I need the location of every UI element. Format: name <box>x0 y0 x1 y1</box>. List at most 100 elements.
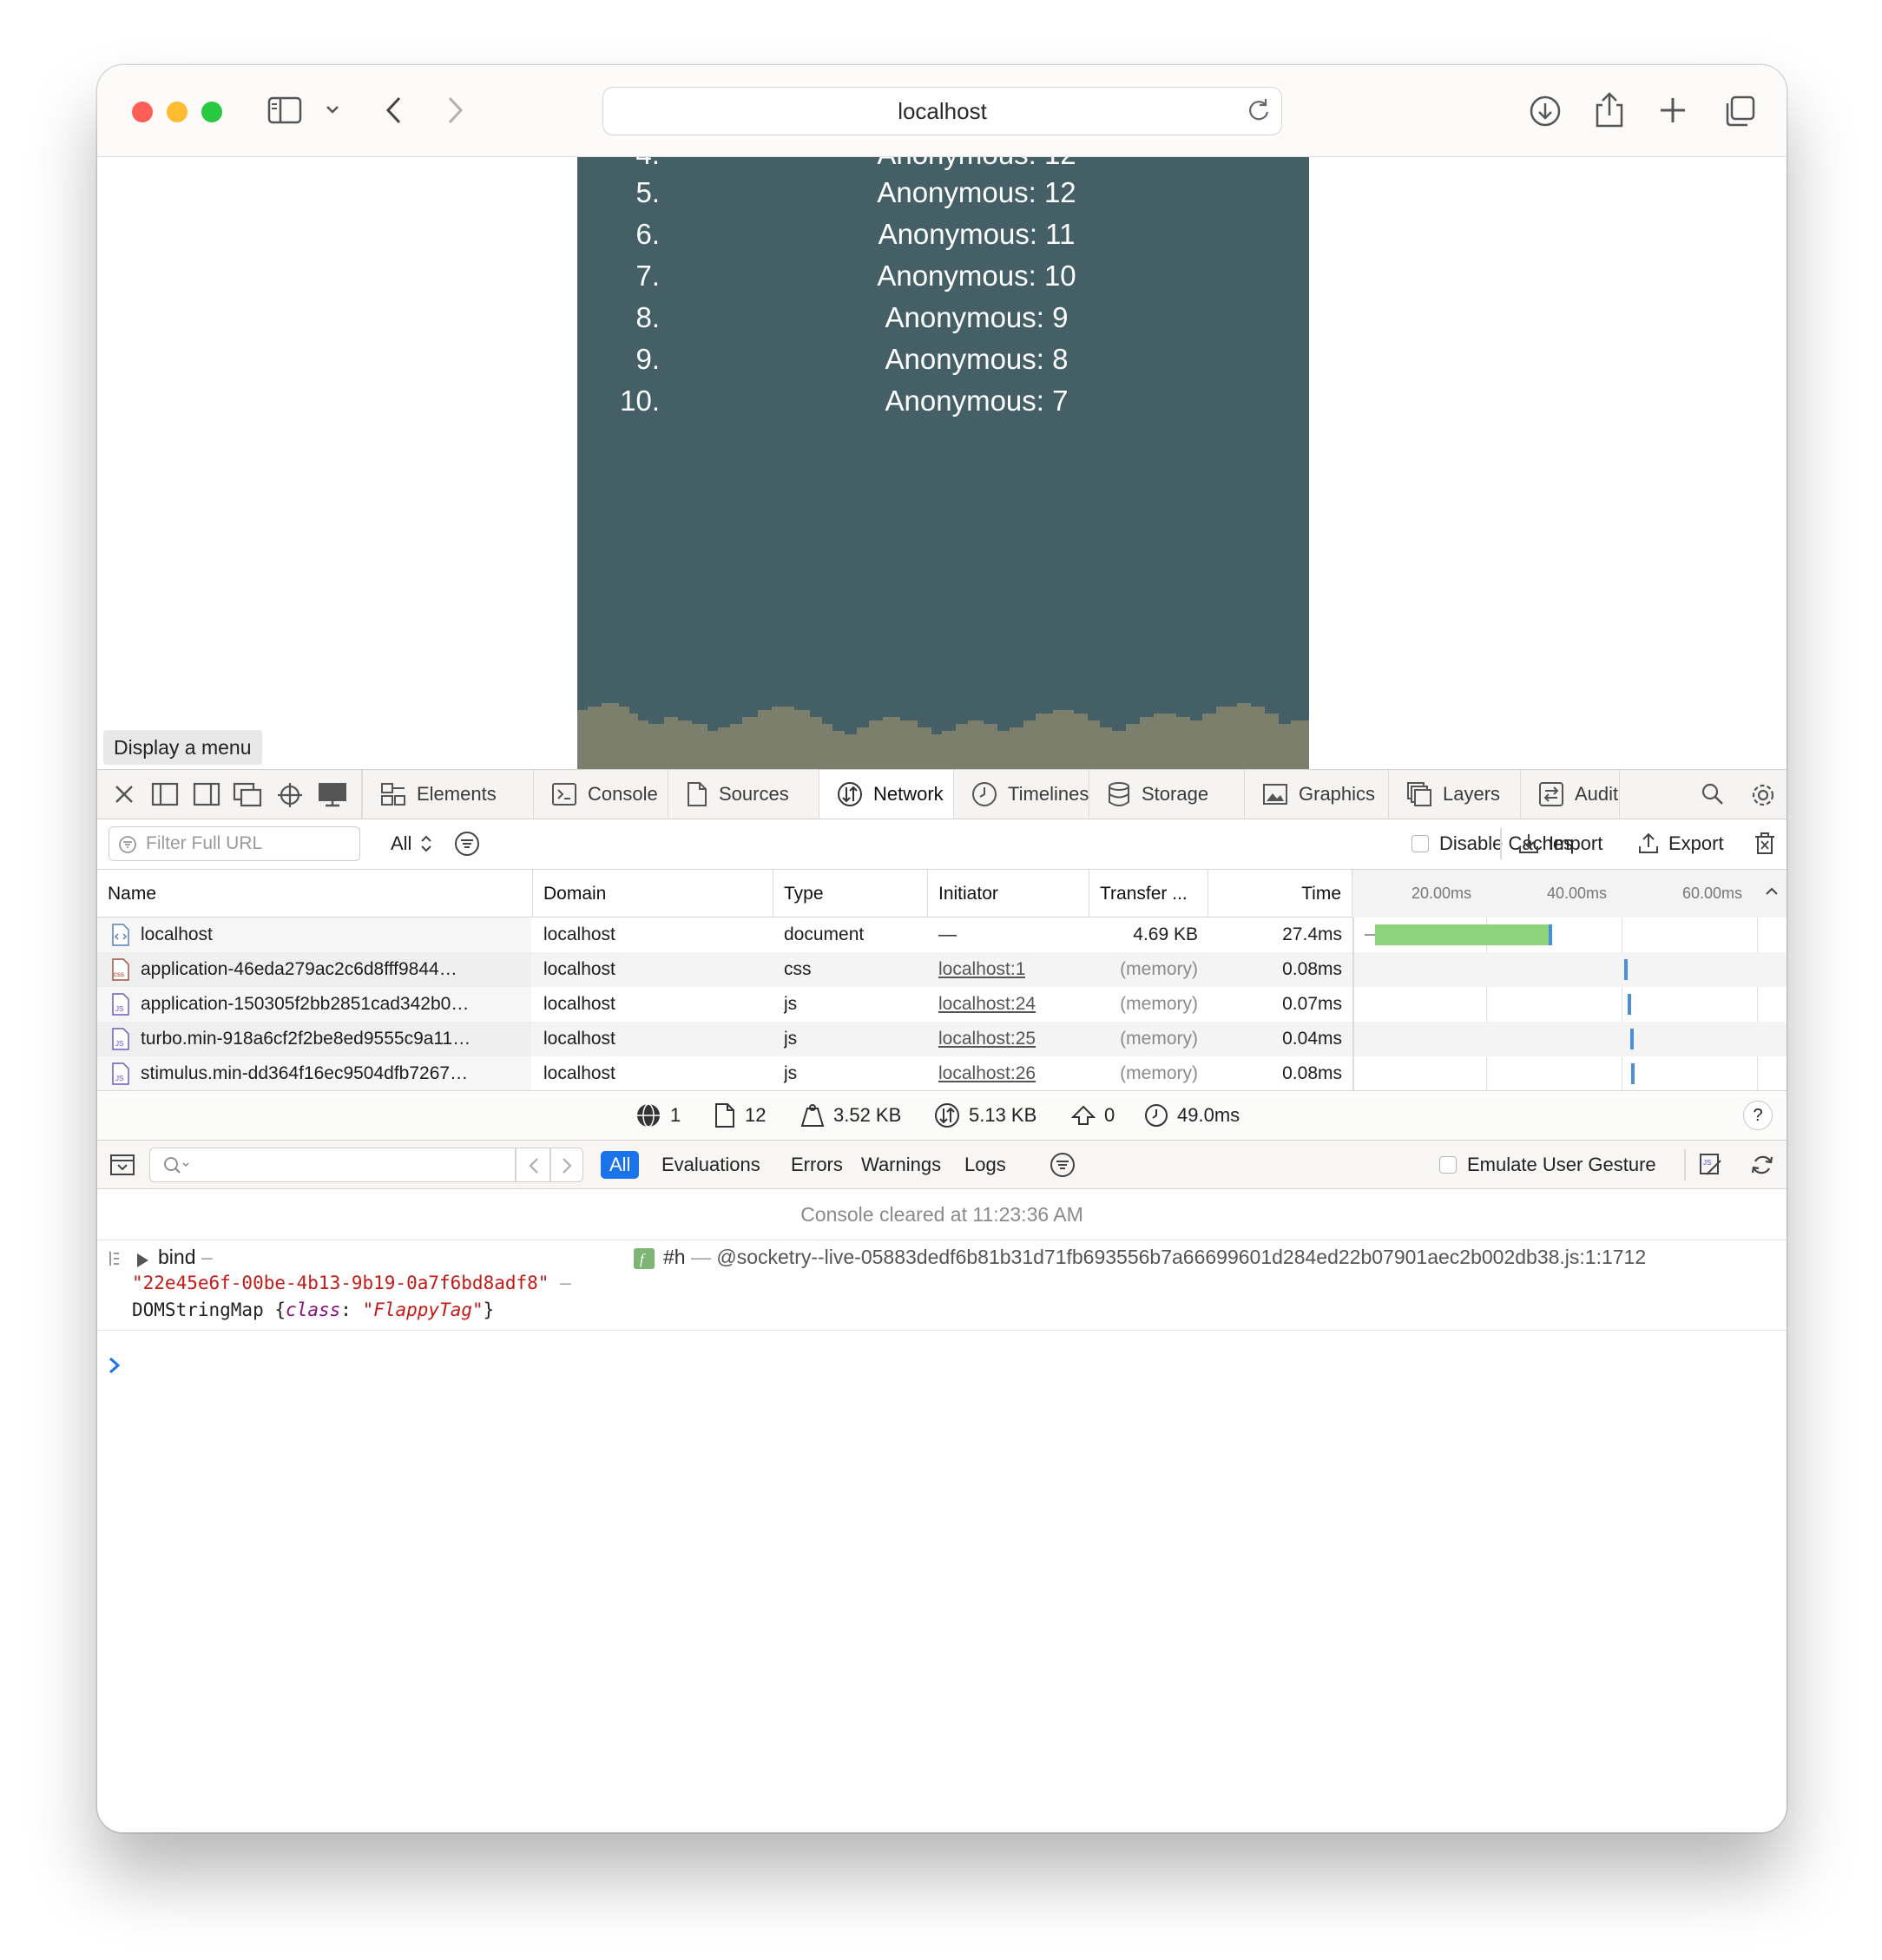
export-button[interactable]: Export <box>1637 819 1724 868</box>
console-level-warnings[interactable]: Warnings <box>861 1141 941 1189</box>
next-match-icon[interactable] <box>558 1155 576 1176</box>
gear-icon[interactable] <box>1749 781 1777 813</box>
log-source-link[interactable]: @socketry--live-05883dedf6b81b31d71fb693… <box>716 1246 1646 1268</box>
dock-right-icon[interactable] <box>193 781 220 812</box>
column-header-domain[interactable]: Domain <box>533 870 773 918</box>
tab-timelines[interactable]: Timelines <box>954 770 1089 819</box>
column-header-initiator[interactable]: Initiator <box>928 870 1089 918</box>
network-summary-bar: 1 12 3.52 KB 5.13 KB 0 49.0ms ? <box>97 1090 1787 1141</box>
console-level-all[interactable]: All <box>601 1151 640 1179</box>
tab-sources[interactable]: Sources <box>668 770 819 819</box>
close-icon[interactable] <box>111 781 137 812</box>
table-row[interactable]: JS turbo.min-918a6cf2f2be8ed9555c9a11… loc… <box>97 1022 1787 1056</box>
export-label: Export <box>1668 832 1724 854</box>
tab-audit[interactable]: Audit <box>1521 770 1620 819</box>
disclosure-triangle-icon[interactable] <box>135 1253 149 1268</box>
checkbox-box[interactable] <box>1439 1156 1457 1174</box>
cell-initiator: — <box>938 924 957 944</box>
import-button[interactable]: Import <box>1517 819 1602 868</box>
back-arrow-icon[interactable] <box>384 95 405 126</box>
filter-url-input[interactable]: Filter Full URL <box>109 826 360 861</box>
cell-transfer: (memory) <box>1120 1063 1198 1083</box>
javascript-context-icon[interactable]: JS <box>1698 1141 1724 1189</box>
cell-time: 0.04ms <box>1282 1029 1342 1049</box>
address-bar[interactable]: localhost <box>602 87 1282 135</box>
checkbox-box[interactable] <box>1412 835 1429 852</box>
log-dom-string-map[interactable]: DOMStringMap {class: "FlappyTag"} <box>132 1299 494 1320</box>
dock-left-icon[interactable] <box>151 781 179 812</box>
table-row[interactable]: localhost localhost document — 4.69 KB 27.4ms <box>97 918 1787 952</box>
previous-match-icon[interactable] <box>525 1155 543 1176</box>
sidebar-toggle-icon[interactable] <box>267 96 302 124</box>
clock-icon <box>1145 1104 1168 1127</box>
console-icon <box>551 782 588 806</box>
log-func-name: #h <box>663 1246 686 1268</box>
chevron-down-icon[interactable] <box>325 102 340 117</box>
refresh-icon[interactable] <box>1748 1141 1776 1189</box>
column-header-transfer[interactable]: Transfer ... <box>1089 870 1208 918</box>
share-icon[interactable] <box>1592 91 1627 129</box>
close-window-button[interactable] <box>132 102 153 122</box>
undock-icon[interactable] <box>233 781 262 812</box>
leaderboard-entry: Anonymous: 9 <box>885 301 1069 333</box>
game-canvas[interactable]: 4.Anonymous: 12 5.Anonymous: 126.Anonymo… <box>577 157 1309 769</box>
log-map-open: { <box>274 1299 286 1320</box>
reload-icon[interactable] <box>1245 96 1273 130</box>
import-icon <box>1519 834 1538 853</box>
cell-time: 0.07ms <box>1282 994 1342 1014</box>
column-header-type[interactable]: Type <box>773 870 928 918</box>
tab-elements[interactable]: Elements <box>363 770 534 819</box>
cell-initiator[interactable]: localhost:1 <box>938 952 1025 987</box>
cell-initiator[interactable]: localhost:26 <box>938 1056 1036 1090</box>
column-header-name[interactable]: Name <box>97 870 533 918</box>
downloads-icon[interactable] <box>1528 94 1563 128</box>
browser-toolbar: localhost <box>97 65 1787 157</box>
redirect-icon <box>1071 1105 1096 1125</box>
console-level-logs[interactable]: Logs <box>964 1141 1006 1189</box>
cell-initiator[interactable]: localhost:24 <box>938 987 1036 1022</box>
tab-layers[interactable]: Layers <box>1389 770 1521 819</box>
sort-chevron-up-icon[interactable] <box>1764 885 1780 898</box>
table-row[interactable]: JS stimulus.min-dd364f16ec9504dfb7267… loc… <box>97 1056 1787 1090</box>
tab-overview-icon[interactable] <box>1722 94 1757 128</box>
minimize-window-button[interactable] <box>167 102 188 122</box>
table-row[interactable]: css application-46eda279ac2c6d8fff9844… lo… <box>97 952 1787 987</box>
zoom-window-button[interactable] <box>201 102 222 122</box>
device-settings-icon[interactable] <box>318 781 347 812</box>
table-row[interactable]: JS application-150305f2bb2851cad342b0… loc… <box>97 987 1787 1022</box>
inspect-element-icon[interactable] <box>276 781 304 813</box>
tab-storage[interactable]: Storage <box>1089 770 1245 819</box>
new-tab-icon[interactable] <box>1658 95 1688 125</box>
console-log-entry[interactable]: bind – "22e45e6f-00be-4b13-9b19-0a7f6bd8… <box>97 1240 1787 1331</box>
help-button[interactable]: ? <box>1743 1091 1773 1140</box>
console-level-errors[interactable]: Errors <box>791 1141 843 1189</box>
emulate-user-gesture-checkbox[interactable]: Emulate User Gesture <box>1439 1141 1656 1189</box>
tab-graphics[interactable]: Graphics <box>1245 770 1389 819</box>
filter-options-icon[interactable] <box>453 819 481 868</box>
tab-network[interactable]: Network <box>819 770 954 819</box>
waterfall-bar <box>1375 924 1552 945</box>
leaderboard-rank: 10. <box>620 385 660 417</box>
console-toggle-icon[interactable] <box>109 1153 135 1181</box>
trash-icon[interactable] <box>1754 819 1776 868</box>
tab-console[interactable]: Console <box>534 770 668 819</box>
cell-name-text: turbo.min-918a6cf2f2be8ed9555c9a11… <box>141 1029 471 1049</box>
log-source: #h — @socketry--live-05883dedf6b81b31d71… <box>663 1246 1646 1269</box>
console-input[interactable] <box>132 1348 1764 1383</box>
forward-arrow-icon[interactable] <box>444 95 465 126</box>
timelines-icon <box>971 781 1008 807</box>
console-prompt-icon[interactable] <box>108 1353 122 1381</box>
console-search-input[interactable] <box>149 1148 583 1182</box>
cell-time: 0.08ms <box>1282 1063 1342 1083</box>
transfer-icon <box>935 1103 959 1128</box>
column-header-time[interactable]: Time <box>1208 870 1352 918</box>
leaderboard-row: 7. Anonymous: 10 <box>577 260 1309 301</box>
console-level-evaluations[interactable]: Evaluations <box>661 1141 760 1189</box>
log-filter-options-icon[interactable] <box>1049 1141 1076 1189</box>
resource-type-select[interactable]: All <box>391 819 432 868</box>
leaderboard-entry: Anonymous: 12 <box>877 176 1076 208</box>
cell-initiator[interactable]: localhost:25 <box>938 1022 1036 1056</box>
cell-domain: localhost <box>543 1029 615 1049</box>
search-icon[interactable] <box>1700 781 1726 812</box>
cell-name: css application-46eda279ac2c6d8fff9844… <box>97 952 531 987</box>
